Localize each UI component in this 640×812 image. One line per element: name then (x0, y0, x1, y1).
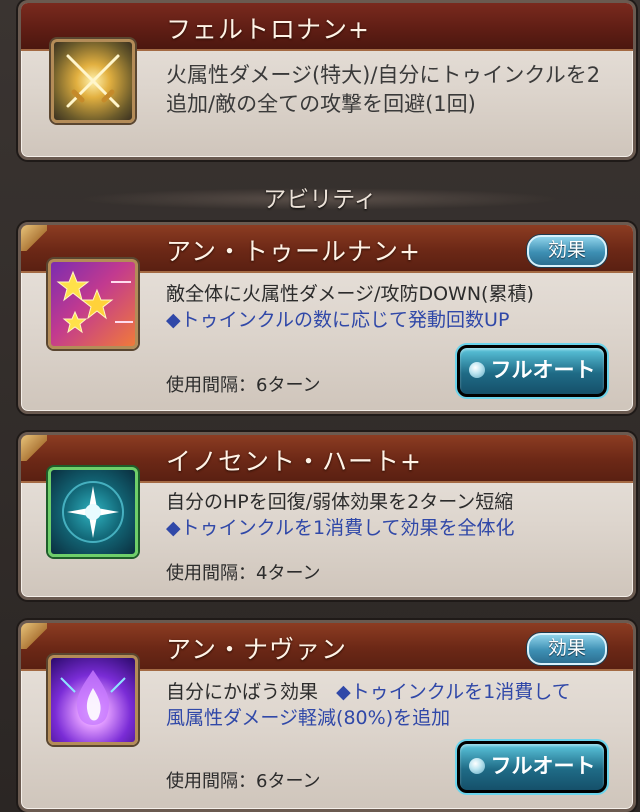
page: フェルトロナン+ 火属性ダメージ(特大)/自分にトゥインクルを2追加/敵の全ての… (0, 0, 640, 812)
effect-button[interactable]: 効果 (527, 633, 607, 665)
section-title: アビリティ (263, 187, 377, 213)
description-text: 自分にかばう効果 (166, 681, 319, 703)
full-auto-button[interactable]: フルオート (457, 345, 607, 397)
full-auto-label: フルオート (490, 754, 596, 778)
ability-description: 敵全体に火属性ダメージ/攻防DOWN(累積) ◆トゥインクルの数に応じて発動回数… (166, 281, 613, 333)
full-auto-icon (468, 757, 485, 774)
full-auto-icon (468, 361, 485, 378)
ability-description: 自分のHPを回復/弱体効果を2ターン短縮 ◆トゥインクルを1消費して効果を全体化 (166, 489, 613, 541)
ability-card-2: イノセント・ハート+ 自分のHPを回復/弱体効果を2ターン短縮 ◆トゥインクルを… (18, 432, 636, 600)
corner-ornament (21, 623, 47, 649)
twinkle-effect-line: ◆トゥインクルの数に応じて発動回数UP (166, 309, 510, 331)
stars-icon (48, 259, 138, 349)
ability-title: イノセント・ハート+ (166, 447, 422, 476)
support-description: 火属性ダメージ(特大)/自分にトゥインクルを2追加/敵の全ての攻撃を回避(1回) (166, 63, 601, 116)
description-line: 自分にかばう効果 ◆トゥインクルを1消費して (166, 679, 613, 705)
cooldown-interval: 使用間隔：6ターン (166, 771, 321, 792)
ability-title: アン・トゥールナン+ (166, 237, 421, 266)
twinkle-effect-line-2: 風属性ダメージ軽減(80%)を追加 (166, 707, 451, 729)
crossed-swords-icon (51, 39, 135, 123)
cooldown-interval: 使用間隔：6ターン (166, 375, 321, 396)
full-auto-button[interactable]: フルオート (457, 741, 607, 793)
support-title: フェルトロナン+ (166, 15, 370, 44)
corner-ornament (21, 435, 47, 461)
ability-card-3: アン・ナヴァン 効果 自分にかばう効果 ◆トゥインクルを1消費して 風属性ダメー… (18, 620, 636, 812)
ability-card-1: アン・トゥールナン+ 効果 敵全体に火属性ダメージ/攻防DOWN(累積) ◆トゥ… (18, 222, 636, 414)
purple-flame-icon (48, 655, 138, 745)
description-line: 自分のHPを回復/弱体効果を2ターン短縮 (166, 491, 514, 513)
sparkle-icon (48, 467, 138, 557)
ability-description: 自分にかばう効果 ◆トゥインクルを1消費して 風属性ダメージ軽減(80%)を追加 (166, 679, 613, 731)
corner-ornament (21, 225, 47, 251)
cooldown-interval: 使用間隔：4ターン (166, 563, 321, 584)
effect-button[interactable]: 効果 (527, 235, 607, 267)
ability-title: アン・ナヴァン (166, 635, 348, 664)
support-ability-card: フェルトロナン+ 火属性ダメージ(特大)/自分にトゥインクルを2追加/敵の全ての… (18, 0, 636, 160)
description-line: 敵全体に火属性ダメージ/攻防DOWN(累積) (166, 283, 534, 305)
full-auto-label: フルオート (490, 358, 596, 382)
twinkle-effect-line: ◆トゥインクルを1消費して効果を全体化 (166, 517, 515, 539)
twinkle-effect-line: ◆トゥインクルを1消費して (336, 681, 571, 703)
